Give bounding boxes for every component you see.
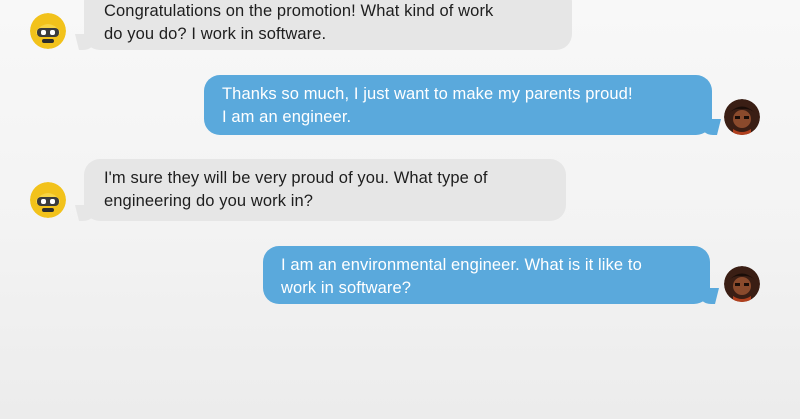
message-text-line: I'm sure they will be very proud of you.… [104,169,488,187]
bot-avatar-icon [30,13,66,49]
outgoing-message-bubble: Thanks so much, I just want to make my p… [204,75,712,135]
user-avatar-icon [724,266,760,302]
chat-transcript: Congratulations on the promotion! What k… [0,0,800,419]
outgoing-message-bubble: I am an environmental engineer. What is … [263,246,710,304]
user-avatar-icon [724,99,760,135]
message-text-line: Thanks so much, I just want to make my p… [222,85,633,103]
message-text-line: I am an engineer. [222,108,352,126]
bot-avatar-icon [30,182,66,218]
message-text-line: engineering do you work in? [104,192,314,210]
message-text-line: work in software? [281,279,412,297]
incoming-message-bubble: Congratulations on the promotion! What k… [84,0,572,50]
message-text-line: Congratulations on the promotion! What k… [104,2,494,20]
message-text-line: I am an environmental engineer. What is … [281,256,642,274]
incoming-message-bubble: I'm sure they will be very proud of you.… [84,159,566,221]
message-text-line: do you do? I work in software. [104,25,327,43]
